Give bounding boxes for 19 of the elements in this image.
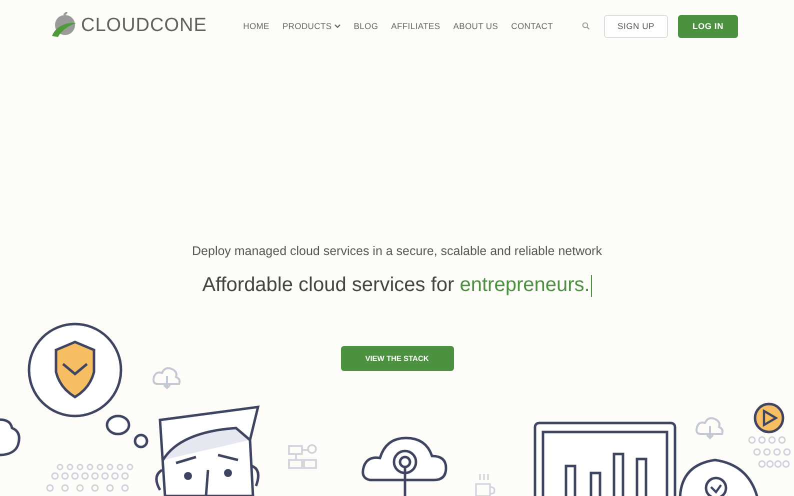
nav-link[interactable]: HOME — [243, 21, 270, 31]
play-icon — [754, 402, 784, 434]
cloud-download-icon — [696, 417, 724, 440]
logo-icon — [50, 12, 78, 40]
coffee-cup-icon — [475, 473, 496, 496]
nav-link[interactable]: AFFILIATES — [391, 21, 440, 31]
logo-text[interactable]: CLOUDCONE — [81, 15, 207, 37]
nav-link[interactable]: CONTACT — [511, 21, 553, 31]
hero-headline: Affordable cloud services for entrepreneurs. — [202, 274, 590, 297]
flowchart-icon — [288, 444, 317, 469]
dot-pattern-drawing — [748, 436, 791, 468]
nav-link[interactable]: ABOUT US — [453, 21, 498, 31]
signup-button[interactable]: SIGN UP — [604, 14, 668, 38]
cloud-download-icon — [152, 367, 181, 390]
login-button[interactable]: LOG IN — [678, 14, 738, 38]
nav-link[interactable]: PRODUCTS — [282, 21, 341, 31]
hero-subtitle: Deploy managed cloud services in a secure, scalable and reliable network — [192, 244, 602, 258]
search-icon[interactable] — [582, 22, 590, 30]
nav-link[interactable]: BLOG — [354, 21, 378, 31]
